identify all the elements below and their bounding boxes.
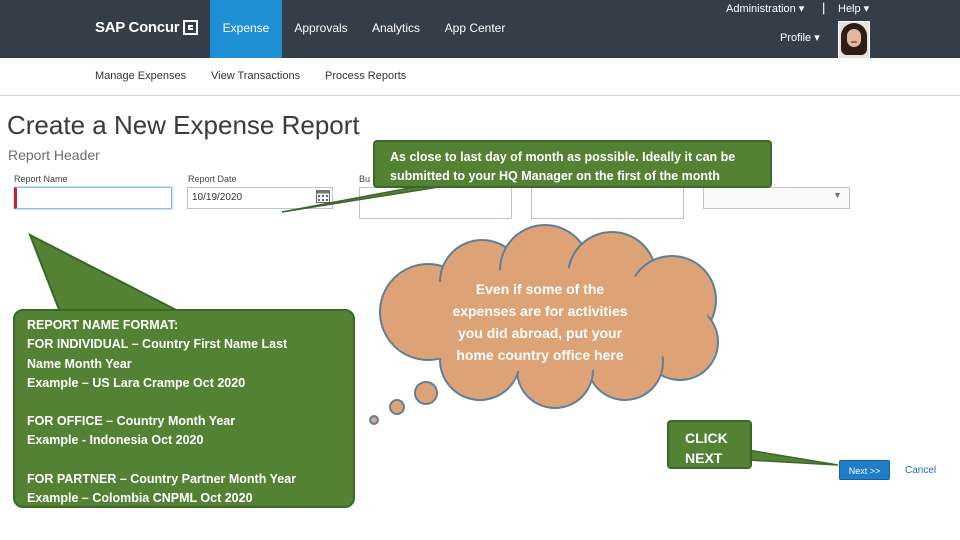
thought-bubbles [369,381,438,425]
next-button[interactable]: Next >> [839,460,890,480]
click-next-callout: CLICK NEXT [667,420,752,469]
name-format-heading: REPORT NAME FORMAT: [27,318,179,332]
cloud-line: Even if some of the [475,281,605,297]
click-callout-pointer [747,449,839,466]
cancel-button[interactable]: Cancel [905,465,936,476]
cloud-line: expenses are for activities [452,303,628,319]
cloud-line: home country office here [456,347,624,363]
date-tip-line: As close to last day of month as possibl… [390,150,736,164]
click-next-line: NEXT [685,450,723,466]
partner-rule-line: FOR PARTNER – Country Partner Month Year [27,471,297,486]
date-tip-line: submitted to your HQ Manager on the firs… [390,169,720,183]
date-tip-callout: As close to last day of month as possibl… [373,140,772,188]
individual-rule-line: Name Month Year [27,356,132,371]
cloud-tip-text: Even if some of the expenses are for act… [435,278,645,366]
office-rule-line: FOR OFFICE – Country Month Year [27,414,236,429]
name-callout-pointer [28,232,181,313]
partner-example: Example – Colombia CNPML Oct 2020 [27,491,253,506]
office-example: Example - Indonesia Oct 2020 [27,433,204,448]
name-format-callout: REPORT NAME FORMAT: FOR INDIVIDUAL – Cou… [13,309,355,508]
individual-example: Example – US Lara Crampe Oct 2020 [27,375,246,390]
individual-rule-line: FOR INDIVIDUAL – Country First Name Last [27,337,288,352]
click-next-line: CLICK [685,430,728,446]
cloud-line: you did abroad, put your [457,325,623,341]
